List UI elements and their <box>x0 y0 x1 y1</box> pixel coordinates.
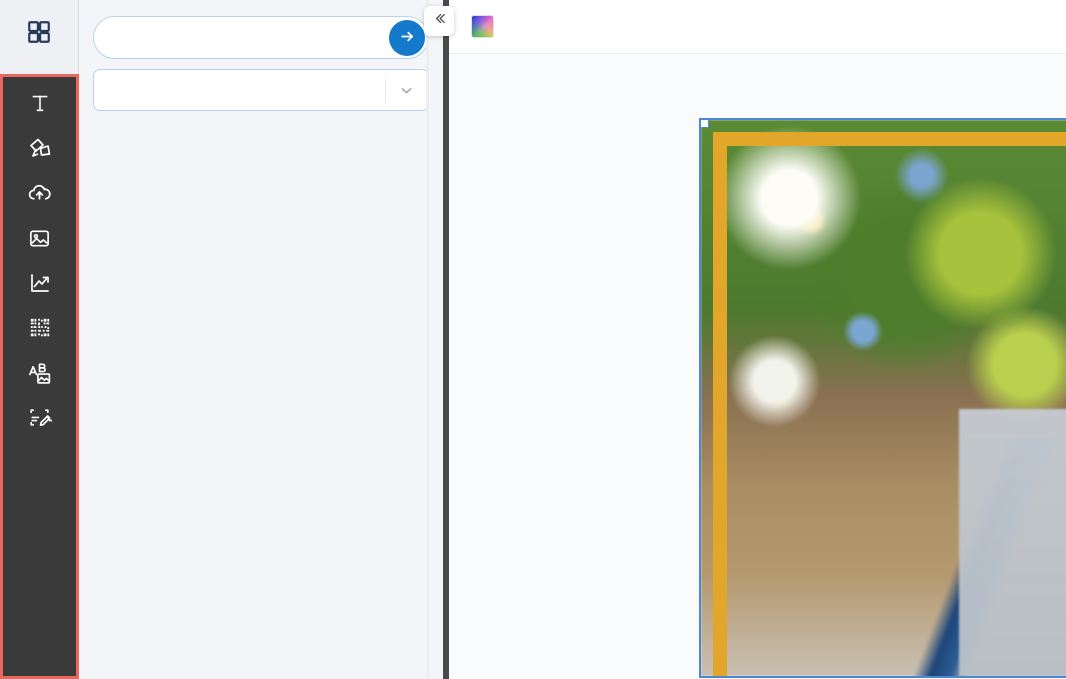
qr-code-icon <box>29 315 51 341</box>
sidebar-item-photos[interactable] <box>3 216 76 261</box>
chevron-down-icon[interactable] <box>398 70 415 110</box>
templates-panel <box>79 0 443 679</box>
sidebar-item-uploads[interactable] <box>3 171 76 216</box>
editor-toolbar <box>449 0 1066 54</box>
sidebar-item-ai-logo[interactable] <box>3 396 76 441</box>
sidebar-item-qr-code[interactable] <box>3 306 76 351</box>
search-submit-button[interactable] <box>389 20 425 56</box>
canvas-gold-frame <box>713 132 1066 676</box>
category-row <box>79 59 443 111</box>
text-t-icon <box>29 90 51 116</box>
cloud-upload-icon <box>27 180 52 206</box>
sidebar-item-elements[interactable] <box>3 126 76 171</box>
selection-handle-tl[interactable] <box>701 120 709 128</box>
color-picker-swatch[interactable] <box>471 15 494 38</box>
sidebar-item-text[interactable] <box>3 81 76 126</box>
category-select[interactable] <box>93 69 429 111</box>
panel-scrollbar-track[interactable] <box>426 0 429 679</box>
double-chevron-left-icon <box>431 10 448 32</box>
sidebar-item-ai-text-to-image[interactable] <box>3 351 76 396</box>
canvas-workspace[interactable] <box>449 54 1066 679</box>
shapes-icon <box>28 135 52 161</box>
selected-canvas-object[interactable] <box>699 118 1066 678</box>
template-grid <box>79 111 443 677</box>
search-row <box>79 16 443 59</box>
select-separator <box>385 79 386 103</box>
sidebar-tools-group <box>0 74 79 679</box>
search-box <box>93 16 429 59</box>
arrow-right-icon <box>399 28 416 48</box>
sidebar-item-chart[interactable] <box>3 261 76 306</box>
sidebar-item-templates[interactable] <box>0 0 79 74</box>
image-icon <box>28 225 51 251</box>
line-chart-icon <box>28 270 52 296</box>
collapse-panel-button[interactable] <box>424 6 454 36</box>
editor-area <box>449 0 1066 679</box>
ai-text-to-image-icon <box>27 360 52 386</box>
ai-logo-icon <box>27 405 52 431</box>
search-input[interactable] <box>94 28 428 47</box>
left-tool-rail <box>0 0 79 679</box>
grid-2x2-icon <box>26 19 52 50</box>
